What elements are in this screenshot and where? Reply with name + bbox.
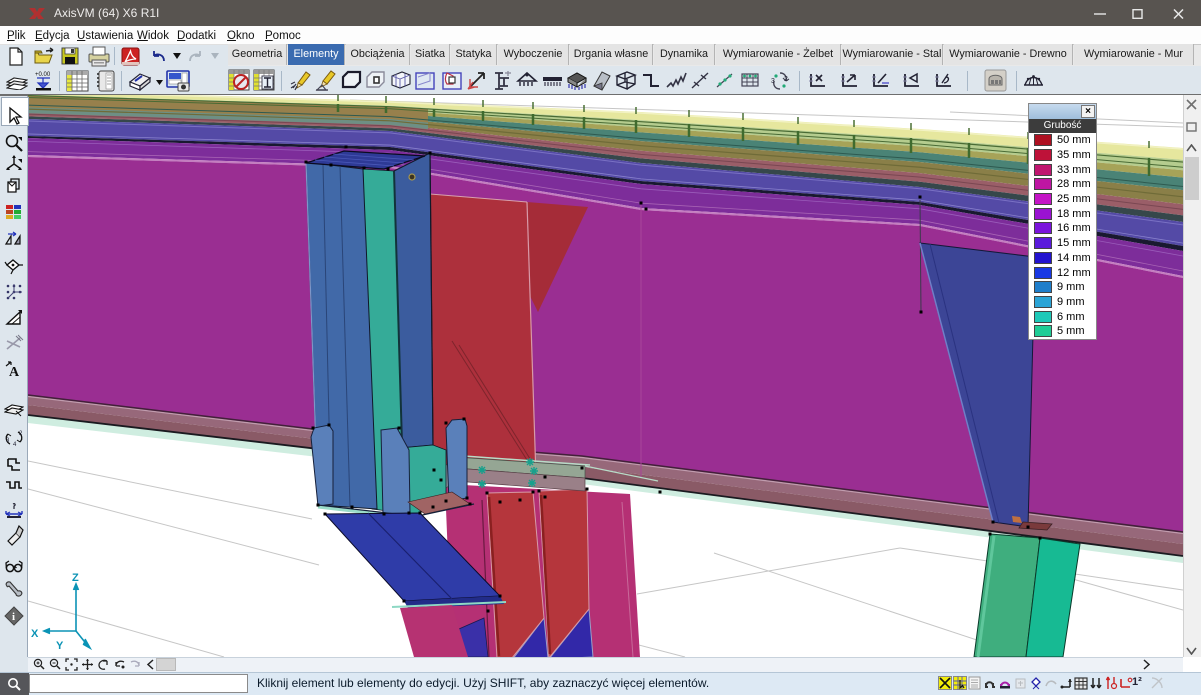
svg-text:2: 2 [19,431,23,437]
svg-text:X: X [31,628,39,640]
svg-text:4: 4 [13,442,17,448]
svg-text:A: A [9,365,20,380]
svg-text:3: 3 [771,78,775,85]
svg-text:i: i [12,611,15,623]
svg-text:2: 2 [784,76,788,83]
svg-text:Z: Z [72,572,79,584]
svg-text:Y: Y [56,640,64,652]
svg-text:+0.00: +0.00 [35,72,51,78]
